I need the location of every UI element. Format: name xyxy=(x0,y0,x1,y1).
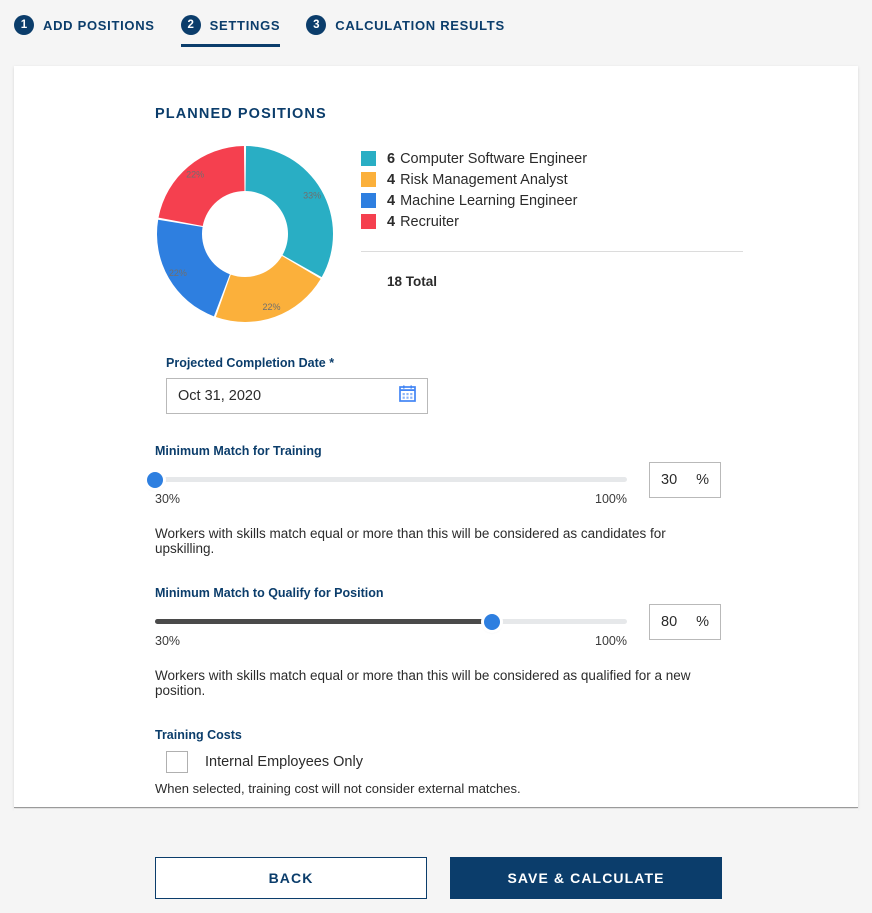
legend-label: Recruiter xyxy=(400,214,459,230)
slider-label: Minimum Match to Qualify for Position xyxy=(155,586,721,600)
minimum-match-qualify-slider[interactable] xyxy=(155,613,627,631)
step-number-badge: 3 xyxy=(306,15,326,35)
step-number-badge: 1 xyxy=(14,15,34,35)
donut-chart-svg: 33% 22% 22% 22% xyxy=(155,144,335,324)
legend-item[interactable]: 4 Machine Learning Engineer xyxy=(361,190,743,211)
projected-completion-date-group: Projected Completion Date * Oct 31, 2020 xyxy=(155,356,721,414)
minimum-match-qualify-group: Minimum Match to Qualify for Position 30… xyxy=(155,586,721,698)
slider-track-fill xyxy=(155,619,492,624)
legend-divider xyxy=(361,251,743,252)
step-add-positions[interactable]: 1 ADD POSITIONS xyxy=(14,0,155,50)
slider-helper-text: Workers with skills match equal or more … xyxy=(155,668,721,698)
page-title: PLANNED POSITIONS xyxy=(155,106,858,122)
training-costs-helper-text: When selected, training cost will not co… xyxy=(155,781,721,796)
legend-label: Machine Learning Engineer xyxy=(400,193,577,209)
legend-color-swatch xyxy=(361,172,376,187)
legend-count: 6 xyxy=(387,151,395,167)
step-number-badge: 2 xyxy=(181,15,201,35)
chart-total: 18 Total xyxy=(387,274,743,289)
slider-min-label: 30% xyxy=(155,634,180,648)
step-settings[interactable]: 2 SETTINGS xyxy=(181,0,281,50)
settings-card: PLANNED POSITIONS 33% 22% 22% 22% 6 Compute… xyxy=(14,66,858,808)
legend-item[interactable]: 4 Recruiter xyxy=(361,211,743,232)
internal-employees-only-label: Internal Employees Only xyxy=(205,754,363,770)
legend-item[interactable]: 6 Computer Software Engineer xyxy=(361,148,743,169)
step-indicator: 1 ADD POSITIONS 2 SETTINGS 3 CALCULATION… xyxy=(0,0,872,50)
legend-color-swatch xyxy=(361,151,376,166)
slider-helper-text: Workers with skills match equal or more … xyxy=(155,526,721,556)
legend-count: 4 xyxy=(387,193,395,209)
donut-chart: 33% 22% 22% 22% xyxy=(155,144,335,324)
slider-label: Minimum Match for Training xyxy=(155,444,721,458)
settings-form: Projected Completion Date * Oct 31, 2020 xyxy=(155,356,721,796)
projected-completion-date-label: Projected Completion Date * xyxy=(166,356,721,370)
minimum-match-training-slider[interactable] xyxy=(155,471,627,489)
calendar-icon[interactable] xyxy=(399,385,416,407)
save-and-calculate-button[interactable]: SAVE & CALCULATE xyxy=(450,857,722,899)
slider-min-label: 30% xyxy=(155,492,180,506)
donut-slice[interactable] xyxy=(246,146,333,277)
slider-max-label: 100% xyxy=(595,634,627,648)
legend-color-swatch xyxy=(361,214,376,229)
legend-label: Computer Software Engineer xyxy=(400,151,587,167)
step-label: CALCULATION RESULTS xyxy=(335,18,505,33)
slider-thumb[interactable] xyxy=(147,472,163,488)
step-label: SETTINGS xyxy=(210,18,281,33)
legend-color-swatch xyxy=(361,193,376,208)
minimum-match-qualify-input[interactable]: 80 % xyxy=(649,604,721,640)
form-footer: BACK SAVE & CALCULATE xyxy=(14,809,858,913)
training-costs-label: Training Costs xyxy=(155,728,721,742)
slider-value: 30 xyxy=(661,472,677,488)
donut-slice[interactable] xyxy=(159,146,245,226)
back-button[interactable]: BACK xyxy=(155,857,427,899)
training-costs-group: Training Costs Internal Employees Only W… xyxy=(155,728,721,796)
step-label: ADD POSITIONS xyxy=(43,18,155,33)
active-step-underline xyxy=(181,44,281,47)
donut-slice-label: 22% xyxy=(169,268,187,278)
legend-count: 4 xyxy=(387,172,395,188)
step-calculation-results[interactable]: 3 CALCULATION RESULTS xyxy=(306,0,505,50)
internal-employees-only-checkbox[interactable] xyxy=(166,751,188,773)
donut-slice-label: 22% xyxy=(262,302,280,312)
slider-thumb[interactable] xyxy=(484,614,500,630)
percent-symbol: % xyxy=(696,614,709,630)
slider-max-label: 100% xyxy=(595,492,627,506)
slider-track xyxy=(155,477,627,482)
legend-count: 4 xyxy=(387,214,395,230)
projected-completion-date-input[interactable]: Oct 31, 2020 xyxy=(166,378,428,414)
donut-slice-label: 33% xyxy=(303,190,321,200)
donut-slice-label: 22% xyxy=(186,170,204,180)
minimum-match-training-input[interactable]: 30 % xyxy=(649,462,721,498)
planned-positions-chart-row: 33% 22% 22% 22% 6 Computer Software Enginee… xyxy=(155,144,858,324)
projected-completion-date-value: Oct 31, 2020 xyxy=(178,388,399,404)
slider-value: 80 xyxy=(661,614,677,630)
legend-label: Risk Management Analyst xyxy=(400,172,568,188)
percent-symbol: % xyxy=(696,472,709,488)
chart-legend: 6 Computer Software Engineer 4 Risk Mana… xyxy=(361,144,743,289)
minimum-match-training-group: Minimum Match for Training 30% 100% xyxy=(155,444,721,556)
legend-item[interactable]: 4 Risk Management Analyst xyxy=(361,169,743,190)
